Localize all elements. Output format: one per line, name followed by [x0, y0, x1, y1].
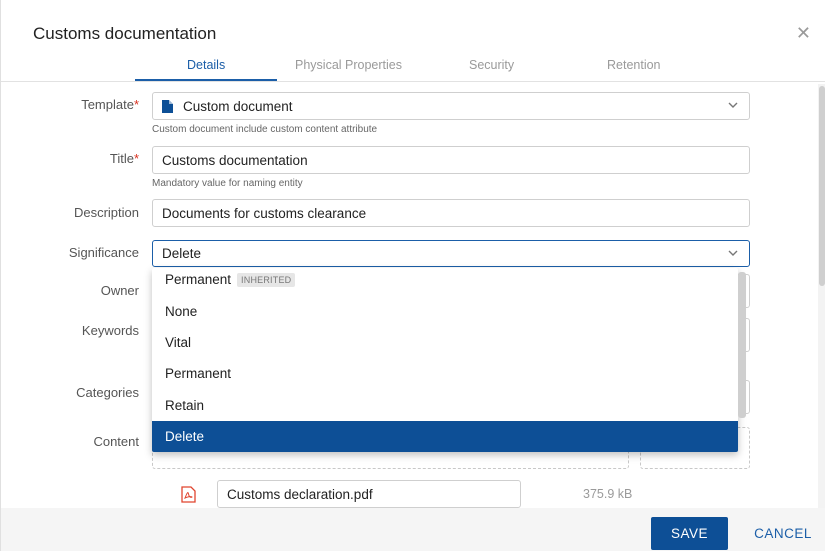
title-input[interactable]: Customs documentation	[152, 146, 750, 174]
significance-dropdown: Permanent INHERITED None Vital Permanent…	[152, 268, 738, 452]
significance-value: Delete	[162, 246, 202, 261]
option-permanent-inherited[interactable]: Permanent INHERITED	[152, 268, 738, 295]
active-tab-indicator	[135, 79, 277, 81]
option-retain[interactable]: Retain	[152, 390, 738, 421]
close-icon[interactable]: ✕	[796, 24, 811, 42]
keywords-label: Keywords	[81, 323, 139, 338]
description-input[interactable]: Documents for customs clearance	[152, 199, 750, 227]
option-delete[interactable]: Delete	[152, 421, 738, 452]
tab-details[interactable]: Details	[187, 58, 225, 72]
scrollbar-thumb[interactable]	[819, 86, 825, 286]
content-label: Content	[93, 434, 139, 449]
option-permanent[interactable]: Permanent	[152, 358, 738, 389]
description-label: Description	[73, 205, 139, 220]
pdf-icon	[181, 486, 196, 503]
template-hint: Custom document include custom content a…	[152, 124, 378, 135]
dialog-title: Customs documentation	[33, 24, 217, 43]
template-value: Custom document	[183, 98, 293, 114]
title-label: Title*	[109, 151, 139, 166]
dropdown-scrollbar[interactable]	[738, 272, 746, 418]
option-vital[interactable]: Vital	[152, 327, 738, 358]
inherited-badge: INHERITED	[237, 272, 296, 287]
file-size: 375.9 kB	[583, 487, 633, 501]
document-icon	[162, 99, 173, 113]
file-row: Customs declaration.pdf 375.9 kB	[181, 480, 641, 510]
chevron-down-icon	[728, 250, 738, 256]
dialog: Customs documentation ✕ Details Physical…	[0, 0, 825, 551]
option-none[interactable]: None	[152, 296, 738, 327]
template-label: Template*	[81, 97, 139, 112]
cancel-button[interactable]: CANCEL	[747, 517, 819, 550]
template-select[interactable]: Custom document	[152, 92, 750, 120]
title-hint: Mandatory value for naming entity	[152, 178, 303, 189]
save-button[interactable]: SAVE	[651, 517, 728, 550]
file-name-input[interactable]: Customs declaration.pdf	[217, 480, 521, 508]
tab-physical-properties[interactable]: Physical Properties	[295, 58, 402, 72]
tab-bar: Details Physical Properties Security Ret…	[1, 50, 825, 82]
owner-label: Owner	[100, 283, 139, 298]
categories-label: Categories	[76, 385, 139, 400]
tab-security[interactable]: Security	[469, 58, 514, 72]
significance-select[interactable]: Delete	[152, 240, 750, 267]
significance-label: Significance	[68, 245, 139, 260]
tab-retention[interactable]: Retention	[607, 58, 661, 72]
chevron-down-icon	[728, 102, 738, 108]
